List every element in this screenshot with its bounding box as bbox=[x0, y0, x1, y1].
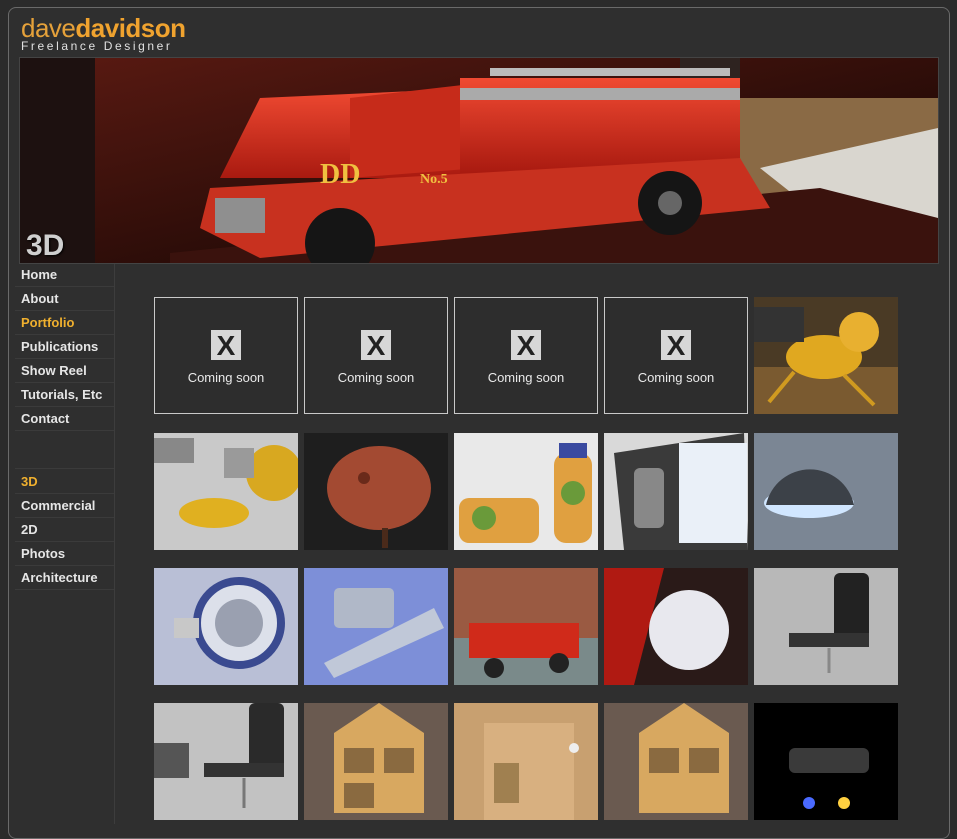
thumb-phone[interactable] bbox=[604, 433, 748, 550]
main-nav: Home About Portfolio Publications Show R… bbox=[15, 264, 114, 431]
placeholder-x-icon: X bbox=[211, 330, 241, 361]
thumb-clay-head[interactable] bbox=[304, 433, 448, 550]
logo-tagline: Freelance Designer bbox=[21, 39, 173, 53]
coming-soon-caption: Coming soon bbox=[187, 370, 265, 385]
coming-soon-caption: Coming soon bbox=[337, 370, 415, 385]
nav-home[interactable]: Home bbox=[15, 264, 114, 287]
coming-soon-tile[interactable]: X Coming soon bbox=[304, 297, 448, 414]
placeholder-x-icon: X bbox=[661, 330, 691, 361]
thumb-juice-bottles[interactable] bbox=[454, 433, 598, 550]
nav-portfolio[interactable]: Portfolio bbox=[15, 312, 114, 335]
subnav-photos[interactable]: Photos bbox=[15, 543, 114, 566]
thumb-bug-paint[interactable] bbox=[154, 433, 298, 550]
thumb-roulette[interactable] bbox=[604, 568, 748, 685]
coming-soon-caption: Coming soon bbox=[637, 370, 715, 385]
sidebar: Home About Portfolio Publications Show R… bbox=[15, 264, 115, 824]
thumb-office-chair[interactable] bbox=[754, 568, 898, 685]
svg-text:No.5: No.5 bbox=[420, 172, 448, 187]
thumb-dollhouse-2[interactable] bbox=[604, 703, 748, 820]
nav-spacer bbox=[15, 432, 114, 469]
subnav-architecture[interactable]: Architecture bbox=[15, 567, 114, 590]
coming-soon-tile[interactable]: X Coming soon bbox=[154, 297, 298, 414]
thumb-device-lights[interactable] bbox=[754, 703, 898, 820]
thumb-cosmetic[interactable] bbox=[304, 568, 448, 685]
placeholder-x-icon: X bbox=[511, 330, 541, 361]
placeholder-x-icon: X bbox=[361, 330, 391, 361]
coming-soon-tile[interactable]: X Coming soon bbox=[604, 297, 748, 414]
coming-soon-caption: Coming soon bbox=[487, 370, 565, 385]
subnav-3d[interactable]: 3D bbox=[15, 471, 114, 494]
coming-soon-tile[interactable]: X Coming soon bbox=[454, 297, 598, 414]
fire-truck-banner-image: DD No.5 bbox=[20, 58, 938, 263]
nav-about[interactable]: About bbox=[15, 288, 114, 311]
svg-text:DD: DD bbox=[320, 159, 360, 190]
thumb-lens[interactable] bbox=[154, 568, 298, 685]
subnav-commercial[interactable]: Commercial bbox=[15, 495, 114, 518]
thumb-robot-bug[interactable] bbox=[754, 297, 898, 414]
sub-nav: 3D Commercial 2D Photos Architecture bbox=[15, 471, 114, 590]
thumb-chair-angle[interactable] bbox=[154, 703, 298, 820]
thumb-toy-firetruck[interactable] bbox=[454, 568, 598, 685]
site-logo[interactable]: davedavidson Freelance Designer bbox=[21, 14, 186, 53]
nav-tutorials[interactable]: Tutorials, Etc bbox=[15, 384, 114, 407]
subnav-2d[interactable]: 2D bbox=[15, 519, 114, 542]
thumb-dollhouse[interactable] bbox=[304, 703, 448, 820]
nav-show-reel[interactable]: Show Reel bbox=[15, 360, 114, 383]
hero-banner: DD No.5 3D bbox=[19, 57, 939, 264]
thumb-lamp[interactable] bbox=[754, 433, 898, 550]
nav-contact[interactable]: Contact bbox=[15, 408, 114, 431]
banner-label: 3D bbox=[26, 229, 65, 262]
thumb-dollhouse-detail[interactable] bbox=[454, 703, 598, 820]
nav-publications[interactable]: Publications bbox=[15, 336, 114, 359]
